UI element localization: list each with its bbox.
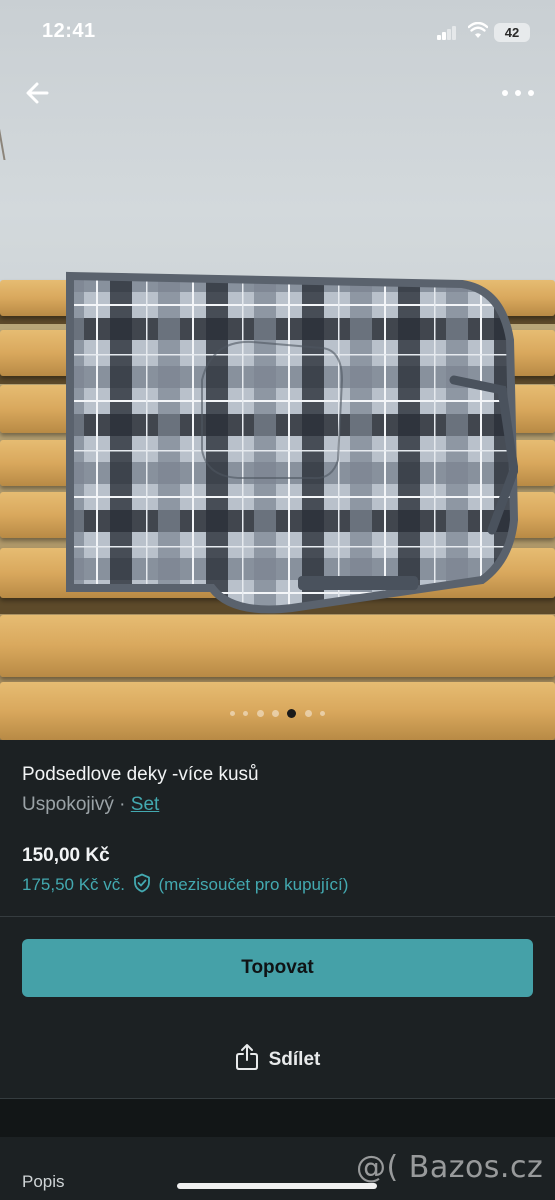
status-bar: 12:41 42 <box>0 0 555 66</box>
gallery-dot[interactable] <box>256 710 264 718</box>
item-price: 150,00 Kč <box>22 845 110 866</box>
bump-button[interactable]: Topovat <box>22 939 533 997</box>
saddle-pad-image <box>66 271 518 614</box>
gallery-dot[interactable] <box>272 710 279 718</box>
share-button[interactable]: Sdílet <box>0 1030 555 1090</box>
buyer-price[interactable]: 175,50 Kč vč. (mezisoučet pro kupující) <box>22 873 348 895</box>
more-icon[interactable] <box>498 80 538 106</box>
gallery-pagination <box>0 705 555 719</box>
screen: 12:41 42 Podsedlove deky -více kusů Uspo… <box>0 0 555 1200</box>
status-time: 12:41 <box>42 20 96 42</box>
buyer-price-note: (mezisoučet pro kupující) <box>158 875 349 894</box>
signal-icon <box>437 25 457 40</box>
gallery-dot[interactable] <box>243 711 249 717</box>
gallery-dot[interactable] <box>229 711 235 717</box>
home-indicator[interactable] <box>177 1183 377 1189</box>
description-heading: Popis <box>22 1172 65 1191</box>
shield-check-icon <box>133 873 150 893</box>
gallery-dot[interactable] <box>320 711 326 717</box>
wifi-icon <box>468 22 488 38</box>
item-condition: Uspokojivý <box>22 794 114 815</box>
battery-indicator: 42 <box>494 23 530 42</box>
divider <box>0 916 555 917</box>
gallery-dot-active[interactable] <box>287 709 297 719</box>
gallery-dot[interactable] <box>304 710 312 718</box>
meta-separator: · <box>113 794 131 815</box>
bazos-watermark: @( Bazos.cz <box>356 1150 544 1185</box>
item-category-link[interactable]: Set <box>131 794 160 815</box>
share-icon <box>235 1044 258 1070</box>
share-label: Sdílet <box>268 1049 321 1070</box>
item-title: Podsedlove deky -více kusů <box>22 764 259 785</box>
back-arrow-icon[interactable] <box>20 75 56 111</box>
item-photo[interactable]: 12:41 42 <box>0 0 555 740</box>
item-meta: Uspokojivý · Set <box>22 794 159 816</box>
item-info: Podsedlove deky -více kusů Uspokojivý · … <box>0 740 555 918</box>
section-spacer <box>0 1099 555 1137</box>
share-button-content: Sdílet <box>235 1030 321 1090</box>
buyer-price-value: 175,50 Kč vč. <box>22 875 126 894</box>
